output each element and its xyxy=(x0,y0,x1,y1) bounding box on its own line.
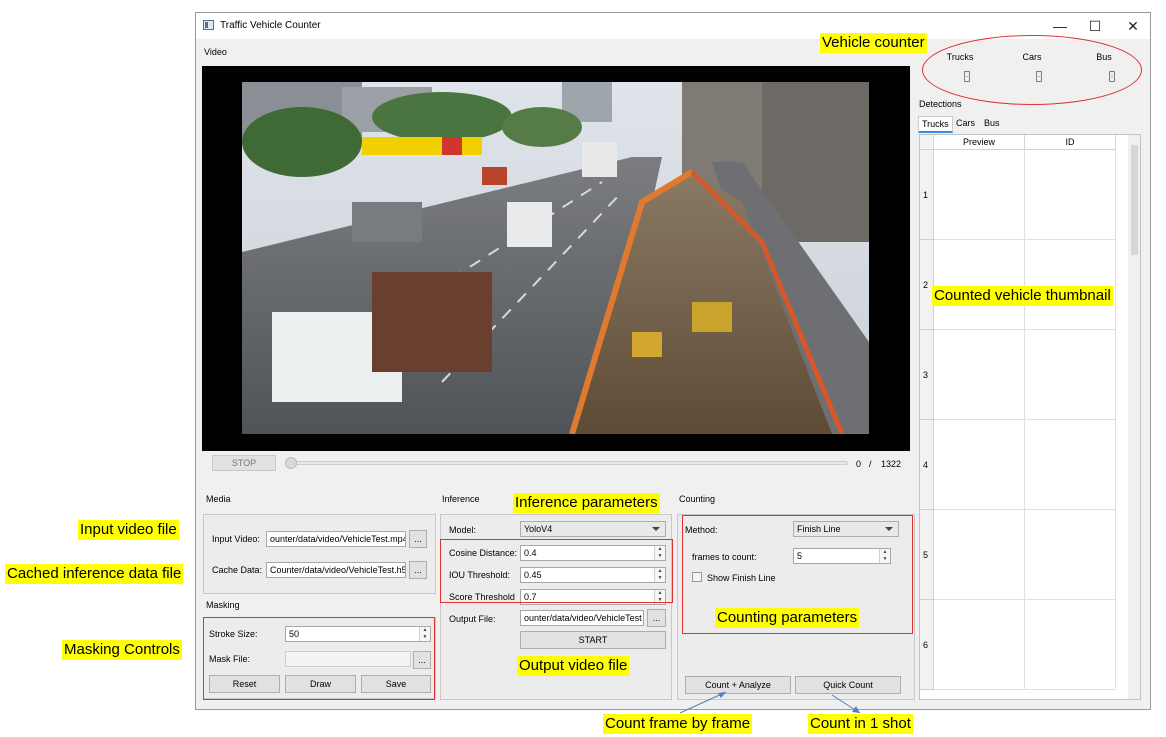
annotation-arrows xyxy=(679,691,861,714)
